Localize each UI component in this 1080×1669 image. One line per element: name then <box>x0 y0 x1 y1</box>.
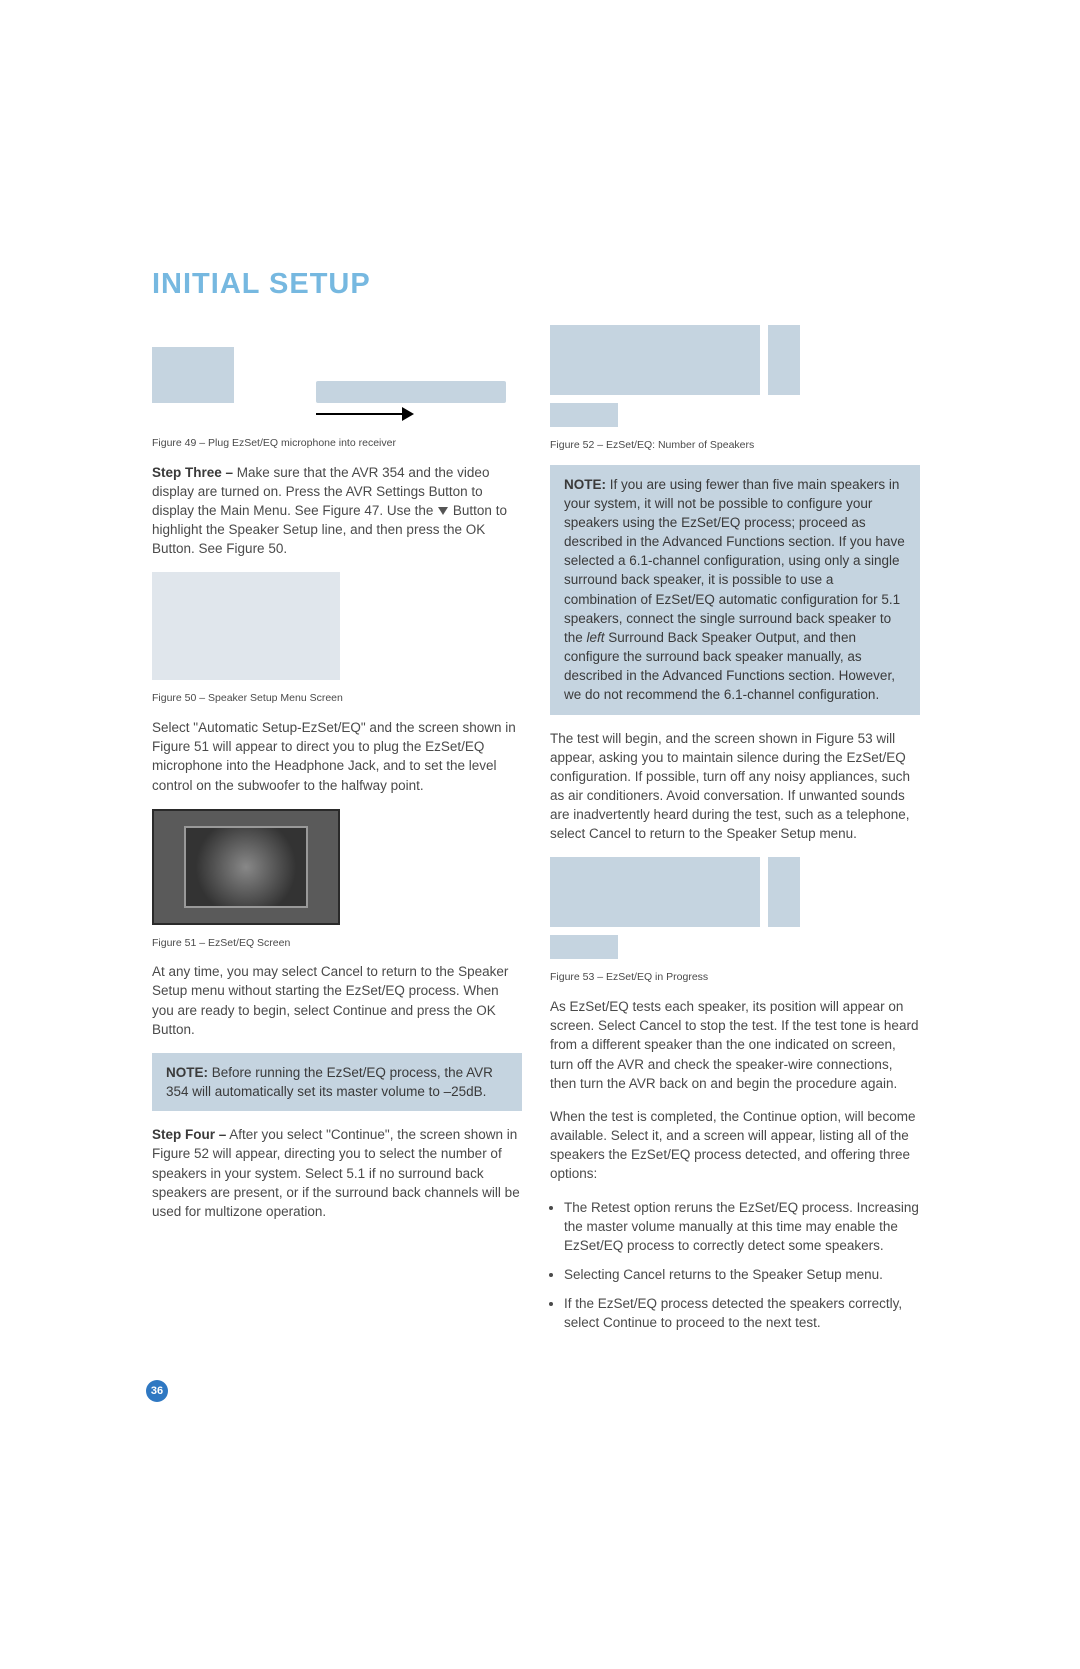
figure-52-caption: Figure 52 – EzSet/EQ: Number of Speakers <box>550 439 920 453</box>
step-four-paragraph: Step Four – After you select "Continue",… <box>152 1125 522 1221</box>
figure-52 <box>550 325 920 427</box>
bullet-retest: The Retest option reruns the EzSet/EQ pr… <box>564 1198 920 1255</box>
figure-49-receiver-diagram <box>246 325 502 403</box>
figure-52-box-side <box>768 325 800 395</box>
bullet-cancel: Selecting Cancel returns to the Speaker … <box>564 1265 920 1284</box>
as-ezset-paragraph: As EzSet/EQ tests each speaker, its posi… <box>550 997 920 1093</box>
figure-51-inner <box>184 826 308 908</box>
figure-53 <box>550 857 920 959</box>
note-1-label: NOTE: <box>166 1065 208 1080</box>
figure-53-box-large <box>550 857 760 927</box>
anytime-paragraph: At any time, you may select Cancel to re… <box>152 962 522 1039</box>
figure-53-caption: Figure 53 – EzSet/EQ in Progress <box>550 971 920 985</box>
bullet-continue: If the EzSet/EQ process detected the spe… <box>564 1294 920 1332</box>
figure-50 <box>152 572 340 680</box>
right-column: Figure 52 – EzSet/EQ: Number of Speakers… <box>550 325 920 1342</box>
note-2-body-2: Surround Back Speaker Output, and then c… <box>564 630 895 702</box>
figure-51 <box>152 809 340 925</box>
options-bullet-list: The Retest option reruns the EzSet/EQ pr… <box>550 1198 920 1343</box>
figure-50-caption: Figure 50 – Speaker Setup Menu Screen <box>152 692 522 706</box>
figure-53-box-small <box>550 935 618 959</box>
note-2-body-1: If you are using fewer than five main sp… <box>564 477 905 645</box>
down-triangle-icon <box>438 507 448 515</box>
figure-49-caption: Figure 49 – Plug EzSet/EQ microphone int… <box>152 437 522 451</box>
step-four-label: Step Four – <box>152 1127 226 1142</box>
figure-49-left-box <box>152 347 234 403</box>
figure-53-box-side <box>768 857 800 927</box>
note-2-italic: left <box>587 630 605 645</box>
figure-52-box-large <box>550 325 760 395</box>
arrow-icon <box>316 409 412 419</box>
note-box-1: NOTE: Before running the EzSet/EQ proces… <box>152 1053 522 1111</box>
step-three-paragraph: Step Three – Make sure that the AVR 354 … <box>152 463 522 559</box>
two-column-layout: Figure 49 – Plug EzSet/EQ microphone int… <box>152 325 930 1342</box>
test-begin-paragraph: The test will begin, and the screen show… <box>550 729 920 844</box>
note-box-2: NOTE: If you are using fewer than five m… <box>550 465 920 715</box>
figure-49 <box>152 325 522 403</box>
figure-52-box-small <box>550 403 618 427</box>
note-1-body: Before running the EzSet/EQ process, the… <box>166 1065 493 1099</box>
document-page: INITIAL SETUP Figure 49 – Plug EzSet/EQ … <box>152 268 930 1342</box>
page-title: INITIAL SETUP <box>152 268 930 301</box>
select-auto-paragraph: Select "Automatic Setup-EzSet/EQ" and th… <box>152 718 522 795</box>
figure-51-caption: Figure 51 – EzSet/EQ Screen <box>152 937 522 951</box>
figure-51-wrap <box>152 809 340 925</box>
page-number-badge: 36 <box>146 1380 168 1402</box>
note-2-label: NOTE: <box>564 477 606 492</box>
receiver-unit-shape <box>316 381 506 403</box>
left-column: Figure 49 – Plug EzSet/EQ microphone int… <box>152 325 522 1342</box>
when-complete-paragraph: When the test is completed, the Continue… <box>550 1107 920 1184</box>
step-three-label: Step Three – <box>152 465 233 480</box>
